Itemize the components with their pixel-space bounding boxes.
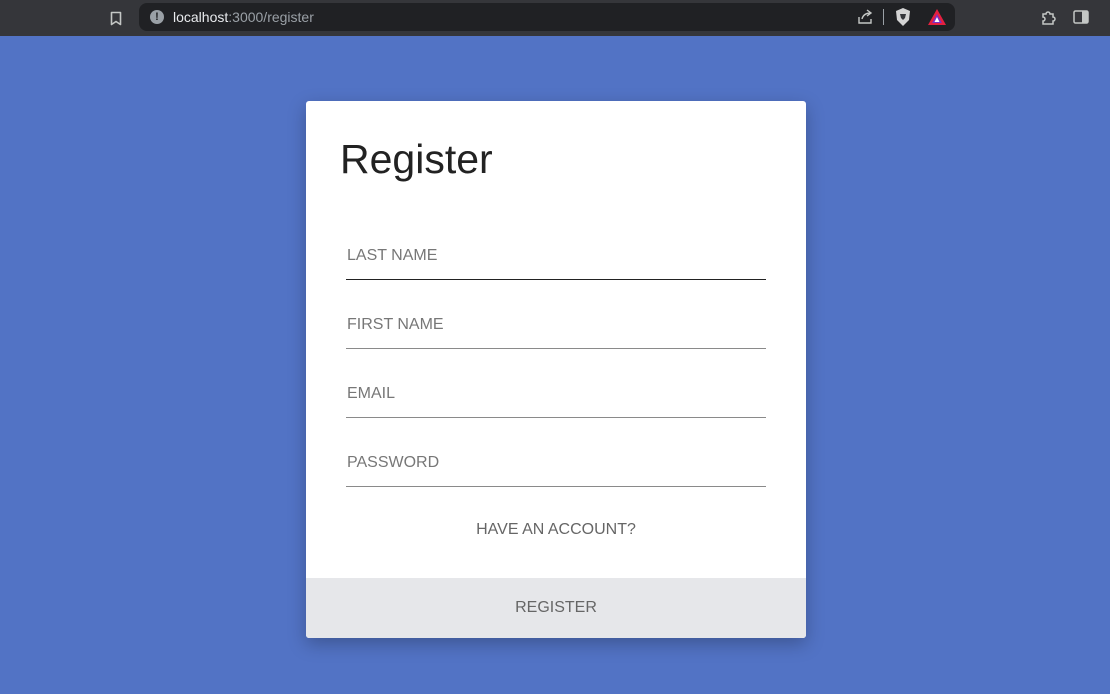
site-info-icon[interactable]: ! <box>150 10 164 24</box>
sidebar-icon[interactable] <box>1070 6 1092 28</box>
first-name-field[interactable] <box>346 301 766 349</box>
have-account-link[interactable]: HAVE AN ACCOUNT? <box>306 521 806 539</box>
email-field[interactable] <box>346 370 766 418</box>
register-card: Register HAVE AN ACCOUNT? REGISTER <box>306 101 806 638</box>
register-button[interactable]: REGISTER <box>306 578 806 638</box>
last-name-input[interactable] <box>346 232 766 279</box>
password-field[interactable] <box>346 439 766 487</box>
bookmark-icon[interactable] <box>104 6 128 30</box>
share-icon[interactable] <box>855 7 875 27</box>
first-name-input[interactable] <box>346 301 766 348</box>
url-text[interactable]: localhost:3000/register <box>173 9 314 25</box>
extensions-icon[interactable] <box>1038 6 1060 28</box>
address-bar[interactable]: ! localhost:3000/register <box>139 3 955 31</box>
password-input[interactable] <box>346 439 766 486</box>
browser-toolbar: ! localhost:3000/register <box>0 0 1110 36</box>
brave-rewards-icon[interactable] <box>927 8 947 26</box>
brave-shield-icon[interactable] <box>894 7 912 27</box>
url-host: localhost <box>173 9 229 25</box>
url-path: :3000/register <box>228 9 314 25</box>
email-input[interactable] <box>346 370 766 417</box>
page-title: Register <box>340 136 493 182</box>
last-name-field[interactable] <box>346 232 766 280</box>
address-bar-divider <box>883 9 884 25</box>
